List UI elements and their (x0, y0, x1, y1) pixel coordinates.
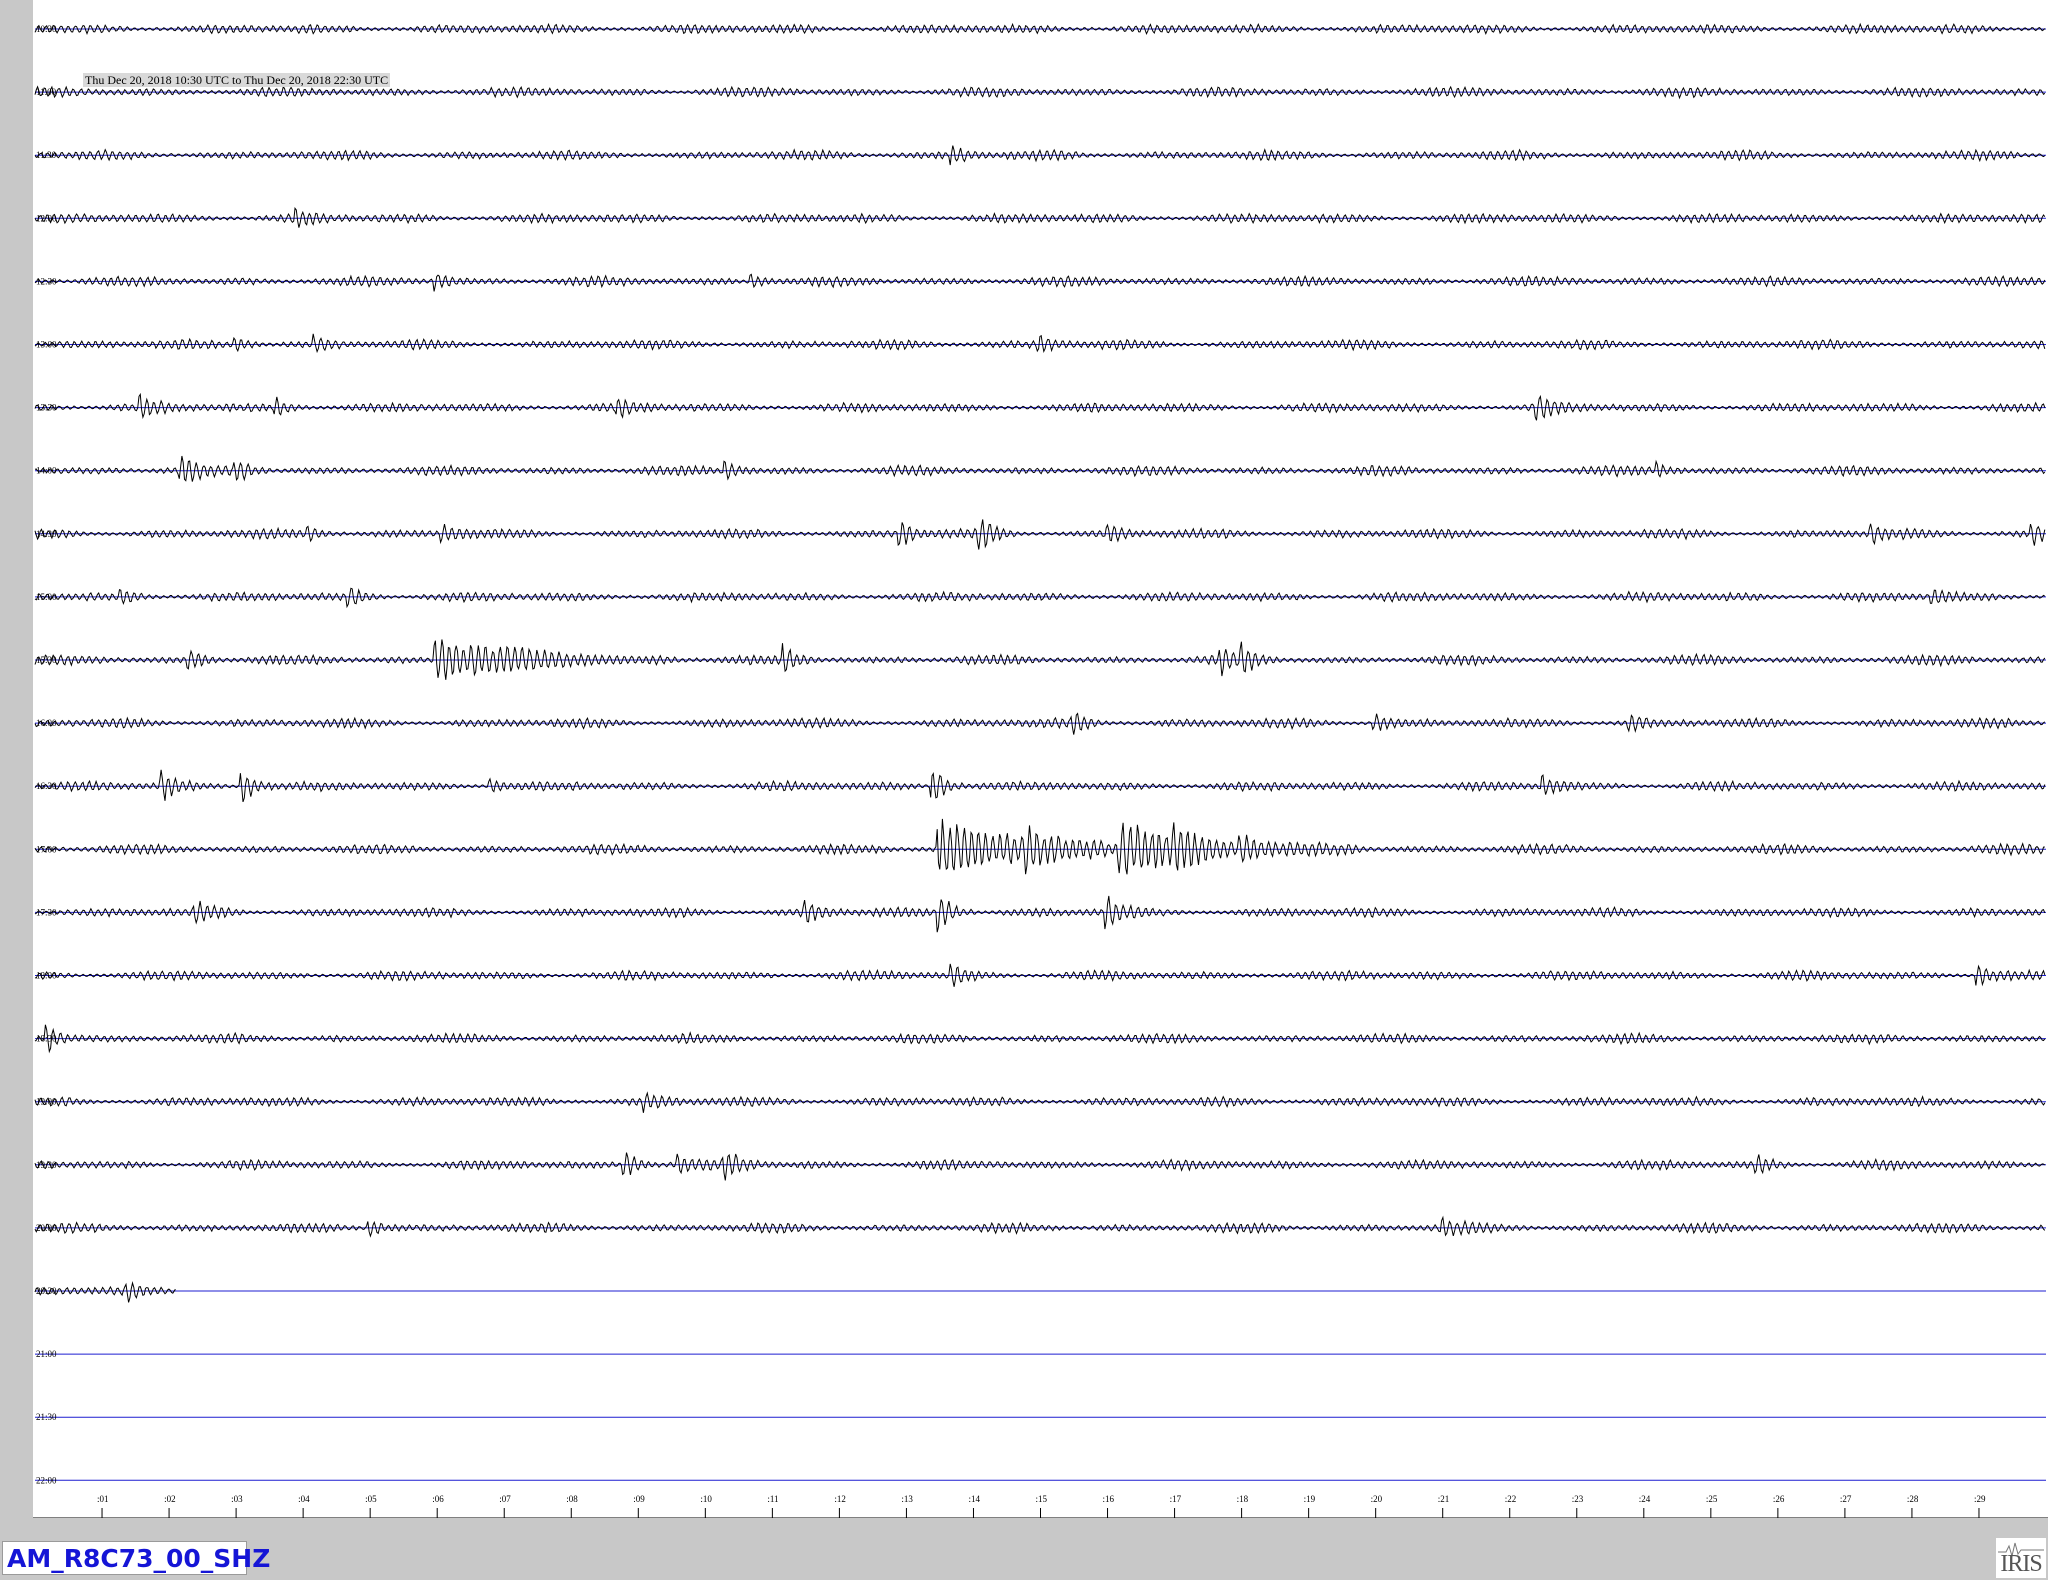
row-label: 21:30 (36, 1412, 57, 1422)
x-tick-label: :28 (1907, 1494, 1919, 1504)
x-tick-label: :29 (1974, 1494, 1986, 1504)
x-tick-label: :04 (298, 1494, 310, 1504)
station-label: AM_R8C73_00_SHZ (2, 1541, 270, 1575)
x-tick-label: :25 (1706, 1494, 1718, 1504)
row-label: 21:00 (36, 1349, 57, 1359)
helicorder-plot: 10:30 11:00 11:30 12:00 12:30 13:00 13:30 14:00… (33, 0, 2048, 1518)
seismic-trace (34, 1091, 2046, 1113)
x-tick-label: :21 (1438, 1494, 1450, 1504)
x-tick-label: :09 (633, 1494, 645, 1504)
x-tick-label: :06 (432, 1494, 444, 1504)
x-tick-label: :23 (1572, 1494, 1584, 1504)
x-tick-label: :05 (365, 1494, 377, 1504)
row-label: 16:30 (36, 781, 57, 791)
seismic-trace (34, 1215, 2046, 1238)
x-tick-label: :27 (1840, 1494, 1852, 1504)
x-tick-label: :11 (767, 1494, 778, 1504)
x-tick-label: :22 (1505, 1494, 1517, 1504)
x-tick-label: :18 (1237, 1494, 1249, 1504)
seismic-trace (34, 895, 2046, 933)
x-tick-label: :02 (164, 1494, 176, 1504)
seismic-trace (34, 333, 2046, 354)
row-label: 18:30 (36, 1034, 57, 1044)
x-tick-label: :07 (499, 1494, 511, 1504)
x-tick-label: :14 (968, 1494, 980, 1504)
x-tick-label: :01 (97, 1494, 109, 1504)
seismic-trace (34, 455, 2046, 482)
row-label: 14:00 (36, 466, 57, 476)
x-tick-label: :24 (1639, 1494, 1651, 1504)
seismic-trace (34, 1152, 2046, 1181)
seismic-trace (34, 818, 2045, 875)
x-tick-label: :10 (700, 1494, 712, 1504)
iris-logo: IRIS (1996, 1538, 2046, 1578)
x-tick-label: :03 (231, 1494, 243, 1504)
x-tick-label: :17 (1170, 1494, 1182, 1504)
row-label: 22:00 (36, 1475, 57, 1485)
x-tick-label: :26 (1773, 1494, 1785, 1504)
row-label: 17:30 (36, 907, 57, 917)
x-tick-label: :13 (901, 1494, 913, 1504)
x-tick-label: :16 (1103, 1494, 1115, 1504)
x-tick-label: :12 (834, 1494, 846, 1504)
seismic-trace (34, 519, 2046, 550)
seismic-trace (34, 273, 2046, 292)
x-tick-label: :20 (1371, 1494, 1383, 1504)
seismic-trace (34, 712, 2046, 735)
x-tick-label: :19 (1304, 1494, 1316, 1504)
x-tick-label: :15 (1036, 1494, 1048, 1504)
seismic-trace (34, 587, 2046, 609)
time-range-label: Thu Dec 20, 2018 10:30 UTC to Thu Dec 20… (83, 73, 391, 87)
x-tick-label: :08 (566, 1494, 578, 1504)
helicorder-svg: 10:3011:0011:3012:0012:3013:0013:3014:00… (33, 22, 2048, 1518)
logo-text: IRIS (2000, 1551, 2042, 1577)
